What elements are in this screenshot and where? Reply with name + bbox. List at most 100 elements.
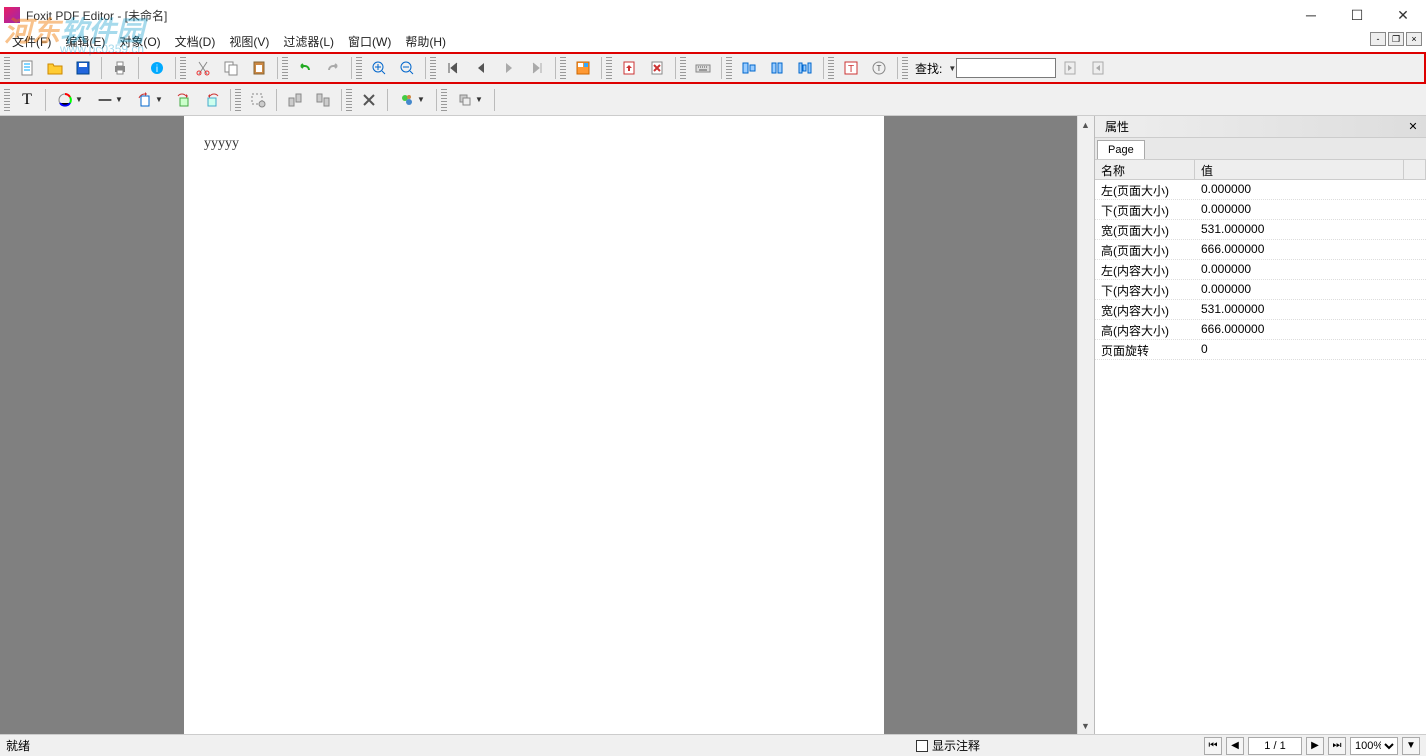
pdf-page[interactable]: yyyyy (184, 116, 884, 734)
text-mode-button[interactable]: T (15, 88, 39, 112)
property-value: 0 (1195, 340, 1426, 359)
next-page-button[interactable] (497, 56, 521, 80)
toolbar-grip-11[interactable] (902, 57, 908, 79)
search-input[interactable] (956, 58, 1056, 78)
property-row[interactable]: 宽(内容大小)531.000000 (1095, 300, 1426, 320)
import-pdf-button[interactable] (617, 56, 641, 80)
property-value: 0.000000 (1195, 180, 1426, 199)
mdi-minimize-button[interactable]: - (1370, 32, 1386, 46)
close-button[interactable]: ✕ (1380, 0, 1426, 30)
toolbar-grip-3[interactable] (282, 57, 288, 79)
property-row[interactable]: 高(内容大小)666.000000 (1095, 320, 1426, 340)
grid-header-name[interactable]: 名称 (1095, 160, 1195, 179)
menu-filter[interactable]: 过滤器(L) (277, 31, 340, 52)
zoom-in-button[interactable] (367, 56, 391, 80)
document-area: yyyyy ▲ ▼ (0, 116, 1094, 734)
menu-window[interactable]: 窗口(W) (342, 31, 397, 52)
toolbar2-grip-3[interactable] (346, 89, 352, 111)
property-name: 下(页面大小) (1095, 200, 1195, 219)
property-row[interactable]: 下(页面大小)0.000000 (1095, 200, 1426, 220)
rotate-right-button[interactable] (200, 88, 224, 112)
remove-tool-button[interactable] (357, 88, 381, 112)
mdi-close-button[interactable]: × (1406, 32, 1422, 46)
search-dropdown-icon[interactable]: ▼ (948, 64, 956, 73)
color-picker-button[interactable]: ▼ (52, 88, 88, 112)
toolbar-grip-5[interactable] (430, 57, 436, 79)
toolbar2-grip-1[interactable] (4, 89, 10, 111)
align-distribute-button[interactable] (793, 56, 817, 80)
paste-button[interactable] (247, 56, 271, 80)
scroll-down-button[interactable]: ▼ (1078, 717, 1093, 734)
scroll-up-button[interactable]: ▲ (1078, 116, 1093, 133)
menu-edit[interactable]: 编辑(E) (59, 31, 111, 52)
main-toolbar: i T T 查找: ▼ (0, 52, 1426, 84)
grid-header-value[interactable]: 值 (1195, 160, 1404, 179)
property-name: 左(页面大小) (1095, 180, 1195, 199)
toolbar-grip-6[interactable] (560, 57, 566, 79)
property-value: 0.000000 (1195, 260, 1426, 279)
prev-page-button[interactable] (469, 56, 493, 80)
menu-help[interactable]: 帮助(H) (399, 31, 452, 52)
new-button[interactable] (15, 56, 39, 80)
group-button[interactable] (283, 88, 307, 112)
cut-button[interactable] (191, 56, 215, 80)
maximize-button[interactable]: ☐ (1334, 0, 1380, 30)
property-row[interactable]: 左(内容大小)0.000000 (1095, 260, 1426, 280)
menu-document[interactable]: 文档(D) (169, 31, 222, 52)
keyboard-button[interactable] (691, 56, 715, 80)
line-weight-button[interactable]: ▼ (92, 88, 128, 112)
property-row[interactable]: 下(内容大小)0.000000 (1095, 280, 1426, 300)
show-comments-checkbox[interactable]: 显示注释 (916, 737, 980, 754)
menu-view[interactable]: 视图(V) (223, 31, 275, 52)
property-row[interactable]: 高(页面大小)666.000000 (1095, 240, 1426, 260)
rotate-doc-button[interactable]: ▼ (132, 88, 168, 112)
find-next-button[interactable] (1086, 56, 1110, 80)
property-row[interactable]: 页面旋转0 (1095, 340, 1426, 360)
properties-grid: 名称 值 左(页面大小)0.000000下(页面大小)0.000000宽(页面大… (1095, 160, 1426, 734)
zoom-out-button[interactable] (395, 56, 419, 80)
minimize-button[interactable]: ─ (1288, 0, 1334, 30)
properties-tab-page[interactable]: Page (1097, 140, 1145, 159)
properties-close-button[interactable]: ✕ (1404, 118, 1422, 136)
save-button[interactable] (71, 56, 95, 80)
redo-button[interactable] (321, 56, 345, 80)
toolbar-grip-9[interactable] (726, 57, 732, 79)
last-page-button[interactable] (525, 56, 549, 80)
toolbar-grip[interactable] (4, 57, 10, 79)
property-row[interactable]: 左(页面大小)0.000000 (1095, 180, 1426, 200)
align-center-button[interactable] (765, 56, 789, 80)
toolbar2-grip-4[interactable] (441, 89, 447, 111)
open-button[interactable] (43, 56, 67, 80)
property-row[interactable]: 宽(页面大小)531.000000 (1095, 220, 1426, 240)
undo-button[interactable] (293, 56, 317, 80)
window-title: Foxit PDF Editor - [未命名] (26, 7, 167, 24)
toolbar2-grip-2[interactable] (235, 89, 241, 111)
rotate-left-button[interactable] (172, 88, 196, 112)
properties-title: 属性 (1095, 118, 1139, 135)
select-tool-button[interactable] (246, 88, 270, 112)
arrange-button[interactable]: ▼ (452, 88, 488, 112)
shape-tool-button[interactable]: ▼ (394, 88, 430, 112)
layout-button[interactable] (571, 56, 595, 80)
toolbar-grip-2[interactable] (180, 57, 186, 79)
toolbar-grip-10[interactable] (828, 57, 834, 79)
delete-page-button[interactable] (645, 56, 669, 80)
copy-button[interactable] (219, 56, 243, 80)
page-text-content[interactable]: yyyyy (204, 136, 864, 152)
vertical-scrollbar[interactable]: ▲ ▼ (1077, 116, 1094, 734)
ungroup-button[interactable] (311, 88, 335, 112)
mdi-restore-button[interactable]: ❐ (1388, 32, 1404, 46)
align-left-button[interactable] (737, 56, 761, 80)
secondary-toolbar: T ▼ ▼ ▼ ▼ ▼ (0, 84, 1426, 116)
info-button[interactable]: i (145, 56, 169, 80)
find-prev-button[interactable] (1058, 56, 1082, 80)
first-page-button[interactable] (441, 56, 465, 80)
toolbar-grip-4[interactable] (356, 57, 362, 79)
menu-file[interactable]: 文件(F) (6, 31, 57, 52)
text-circle-button[interactable]: T (867, 56, 891, 80)
toolbar-grip-8[interactable] (680, 57, 686, 79)
menu-object[interactable]: 对象(O) (113, 31, 166, 52)
toolbar-grip-7[interactable] (606, 57, 612, 79)
print-button[interactable] (108, 56, 132, 80)
text-tool-button[interactable]: T (839, 56, 863, 80)
